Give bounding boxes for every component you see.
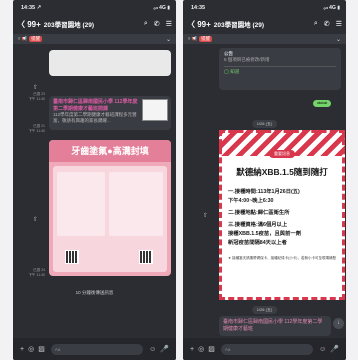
right-phone-screen: 14:35 ₒₗₗ 4G ▮ 〈 99+ 203學習園地 (29) ⌕ ✆ ☰ … [183, 0, 346, 360]
microphone-icon[interactable]: 🎤 [160, 345, 169, 353]
vaccine-poster-image[interactable]: 重要訊息 默德納XBB.1.5隨到隨打 一.接種時間:113年1月26日(五) … [219, 130, 345, 300]
share-icon[interactable]: ⇧ [203, 212, 208, 219]
poster-line: 新冠疫苗間隔84天以上者 [228, 240, 287, 246]
poster-line: 一.接種時間:113年1月26日(五) [228, 189, 300, 195]
status-time: 14:35 ↗ [21, 5, 42, 11]
left-phone-screen: 14:35 ↗ ₒₗₗ 4G ▮ 〈 99+ 203學習園地 (29) ⌕ ✆ … [13, 0, 176, 360]
news-link-card[interactable]: 臺南市歸仁區歸南國民小學 112學年度第二學期健康才藝班 [219, 316, 331, 336]
status-time: 14:35 [191, 5, 206, 11]
news-thumbnail [142, 99, 168, 121]
acknowledge-button[interactable]: ◯ 知道 [224, 66, 336, 75]
announcement-tag: 提醒 [199, 36, 213, 42]
composer-bar: + ◎ ▨ Aa ☺ 🎤 [183, 338, 346, 360]
composer-bar: + ◎ ▨ Aa ☺ 🎤 [13, 338, 176, 360]
chevron-down-icon[interactable]: ⌄ [336, 36, 341, 43]
announcement-message[interactable]: 公告 5 個項目已被修改/新增 ◯ 知道 [219, 48, 341, 90]
status-bar: 14:35 ↗ ₒₗₗ 4G ▮ [13, 0, 176, 14]
system-note: 10 分鐘後傳送訊息 [75, 290, 114, 295]
poster-line: 下午4:00~晚上6:30 [228, 198, 274, 204]
message-input[interactable]: Aa [220, 343, 314, 355]
announcement-icon: ▿ 📢 [188, 36, 198, 41]
announcement-tag: 提醒 [29, 36, 43, 42]
microphone-icon[interactable]: 🎤 [330, 345, 339, 353]
call-icon[interactable]: ✆ [154, 20, 160, 28]
emoji-icon[interactable]: ☺ [149, 346, 156, 353]
qr-code [139, 250, 153, 264]
back-button[interactable]: 〈 99+ [17, 19, 41, 30]
emoji-icon[interactable]: ☺ [319, 346, 326, 353]
poster-body [53, 166, 167, 272]
menu-icon[interactable]: ☰ [336, 20, 342, 28]
chat-header: 〈 99+ 203學習園地 (29) ⌕ ✆ ☰ [13, 16, 176, 32]
message-timestamp: 已讀 21 下午 11:40 [28, 124, 45, 133]
share-icon[interactable]: ⇧ [33, 84, 38, 91]
image-icon[interactable]: ▨ [208, 345, 215, 353]
chat-header: 〈 99+ 203學習園地 (29) ⌕ ✆ ☰ [183, 16, 346, 32]
status-signal: ₒₗₗ 4G ▮ [153, 5, 170, 11]
message-input[interactable]: Aa [50, 343, 144, 355]
message-timestamp: 已讀 24 下午 11:40 [28, 268, 45, 277]
status-signal: ₒₗₗ 4G ▮ [323, 5, 340, 11]
poster-title: 牙齒塗氟●高溝封填 [49, 140, 171, 162]
back-button[interactable]: 〈 99+ [187, 19, 211, 30]
poster-footnote: ★ 接種當天請攜帶健保卡、接種紀錄卡(小卡)，若無小卡可至現場補發 [228, 256, 336, 260]
poster-line: 二.接種地點:歸仁區衛生所 [228, 210, 290, 216]
announcement-icon: ▿ 📢 [18, 36, 28, 41]
plus-icon[interactable]: + [20, 346, 24, 353]
status-bar: 14:35 ₒₗₗ 4G ▮ [183, 0, 346, 14]
poster-image-message[interactable]: 牙齒塗氟●高溝封填 [49, 140, 171, 276]
chat-title: 203學習園地 (29) [213, 22, 265, 29]
chevron-down-icon[interactable]: ⌄ [166, 36, 171, 43]
date-separator: 1/26 (五) [251, 120, 278, 128]
message-timestamp: 已讀 23 下午 11:40 [28, 92, 45, 101]
search-icon[interactable]: ⌕ [314, 20, 318, 28]
call-icon[interactable]: ✆ [324, 20, 330, 28]
image-message[interactable] [49, 50, 171, 76]
date-separator: 1/26 (五) [251, 306, 278, 314]
sent-message-bubble[interactable]: ᵒᵏᵒᵏᵒᵏ [313, 100, 332, 107]
announcement-bar[interactable]: ▿ 📢 提醒 ⌄ [183, 34, 346, 44]
image-icon[interactable]: ▨ [38, 345, 45, 353]
chat-title: 203學習園地 (29) [43, 22, 95, 29]
plus-icon[interactable]: + [190, 346, 194, 353]
share-icon[interactable]: ⇧ [33, 216, 38, 223]
news-link-card[interactable]: 臺南市歸仁區歸南國民小學 112學年度第二學期健康才藝班開課 112學年度第二學… [49, 96, 171, 130]
camera-icon[interactable]: ◎ [28, 345, 34, 353]
announcement-bar[interactable]: ▿ 📢 提醒 ⌄ [13, 34, 176, 44]
camera-icon[interactable]: ◎ [198, 345, 204, 353]
poster-headline: 默德納XBB.1.5隨到隨打 [236, 167, 328, 177]
announcement-body: 5 個項目已被修改/新增 [224, 57, 270, 62]
menu-icon[interactable]: ☰ [166, 20, 172, 28]
poster-line: 接種XBB.1.5疫苗，且與前一劑 [228, 231, 301, 237]
search-icon[interactable]: ⌕ [144, 20, 148, 28]
scroll-down-button[interactable]: ↓ [333, 318, 344, 329]
qr-code [65, 250, 79, 264]
poster-line: 三.接種資格:滿6個月以上 [228, 222, 288, 228]
